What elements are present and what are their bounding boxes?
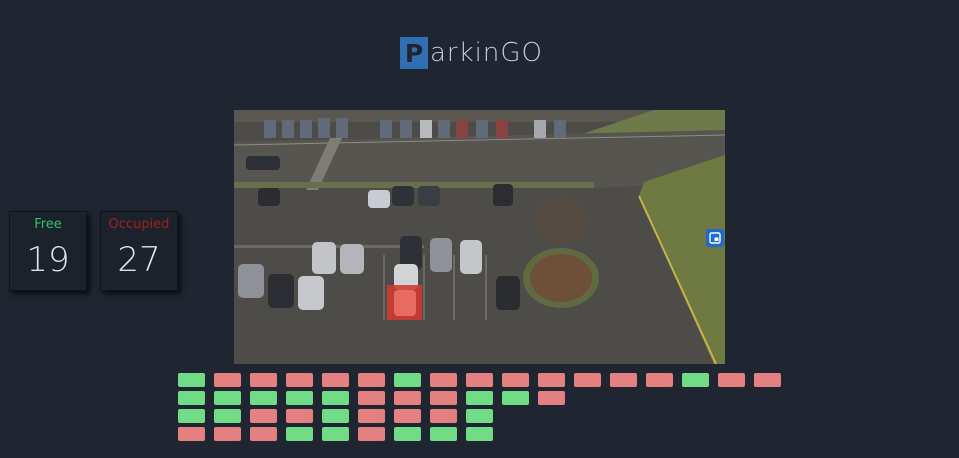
parking-slot-occupied [430, 391, 457, 405]
parking-slot-free [322, 391, 349, 405]
parking-slot-free [682, 373, 709, 387]
parking-slot-free [178, 373, 205, 387]
parking-slot-occupied [358, 373, 385, 387]
free-count: 19 [26, 240, 70, 280]
parking-slot-occupied [178, 427, 205, 441]
logo-wordmark: arkinGO [430, 38, 543, 68]
parking-slot-occupied [538, 373, 565, 387]
parking-slot-occupied [718, 373, 745, 387]
parking-slot-occupied [646, 373, 673, 387]
parking-slot-free [466, 409, 493, 423]
parking-slot-free [322, 409, 349, 423]
parking-slot-free [466, 427, 493, 441]
parking-slot-occupied [250, 373, 277, 387]
parking-slot-occupied [250, 427, 277, 441]
parking-slot-occupied [754, 373, 781, 387]
parking-slot-occupied [322, 373, 349, 387]
occupied-label: Occupied [108, 217, 170, 232]
parkingo-logo: P arkinGO [400, 36, 543, 70]
parking-slot-occupied [538, 391, 565, 405]
slot-row [178, 409, 790, 423]
parking-slot-occupied [574, 373, 601, 387]
parking-slot-occupied [502, 373, 529, 387]
parking-slot-occupied [358, 409, 385, 423]
parking-slot-grid [178, 373, 790, 445]
parking-slot-free [394, 427, 421, 441]
occupied-count: 27 [117, 240, 161, 280]
parking-slot-occupied [394, 409, 421, 423]
camera-feed [234, 110, 725, 364]
parking-slot-occupied [250, 409, 277, 423]
parking-slot-occupied [394, 391, 421, 405]
occupied-counter-card: Occupied 27 [100, 211, 178, 291]
slot-row [178, 427, 790, 441]
parking-slot-free [178, 409, 205, 423]
parking-slot-free [322, 427, 349, 441]
parking-slot-occupied [214, 373, 241, 387]
parking-slot-free [502, 391, 529, 405]
parking-slot-occupied [286, 373, 313, 387]
parking-slot-free [286, 427, 313, 441]
parking-slot-free [250, 391, 277, 405]
parking-slot-occupied [430, 409, 457, 423]
parking-slot-free [286, 391, 313, 405]
free-label: Free [34, 217, 62, 232]
parking-slot-free [394, 373, 421, 387]
free-counter-card: Free 19 [9, 211, 87, 291]
parking-slot-free [214, 409, 241, 423]
parking-slot-free [466, 391, 493, 405]
parking-slot-free [430, 427, 457, 441]
parking-slot-occupied [610, 373, 637, 387]
parking-slot-occupied [214, 427, 241, 441]
slot-row [178, 373, 790, 387]
parking-slot-occupied [430, 373, 457, 387]
picture-in-picture-button[interactable] [706, 229, 724, 247]
parking-slot-occupied [358, 427, 385, 441]
slot-row [178, 391, 790, 405]
parking-slot-occupied [358, 391, 385, 405]
parking-lot-image [234, 110, 725, 364]
parking-slot-occupied [286, 409, 313, 423]
parking-slot-free [214, 391, 241, 405]
logo-letter-box: P [400, 37, 428, 69]
parking-slot-free [178, 391, 205, 405]
parking-slot-occupied [466, 373, 493, 387]
picture-in-picture-icon [709, 232, 721, 244]
